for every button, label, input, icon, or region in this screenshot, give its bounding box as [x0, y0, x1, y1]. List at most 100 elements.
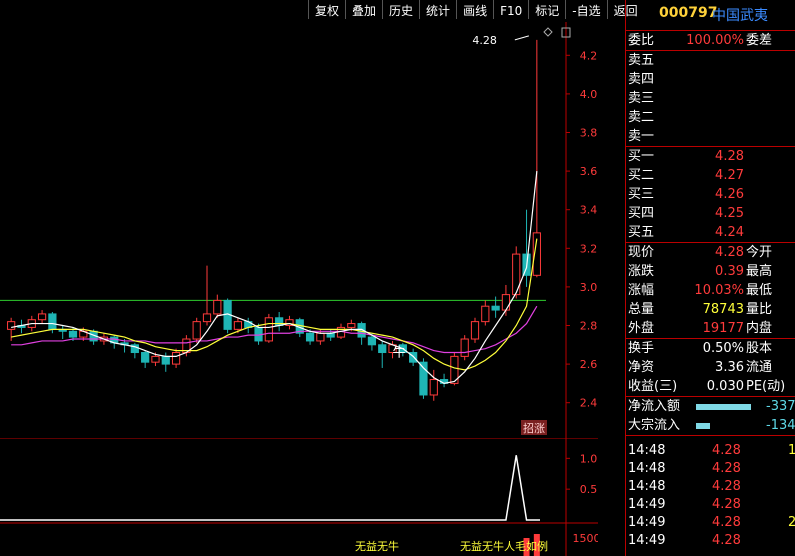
fin-label: 净资	[628, 360, 655, 375]
fin-label-2: 流通	[746, 360, 773, 375]
candle[interactable]	[264, 317, 273, 342]
candle[interactable]	[37, 313, 47, 321]
candle[interactable]	[151, 355, 160, 363]
candle[interactable]	[141, 352, 150, 363]
buy-row: 买五 4.24	[626, 223, 795, 242]
buy-price: 4.27	[715, 168, 744, 183]
candle[interactable]	[161, 355, 170, 365]
bottom-signal-right: 无益无牛人毛如例	[460, 539, 548, 553]
flow-label: 净流入额	[628, 399, 681, 414]
tick-list: 14:48 4.28 1 14:48 4.28 14:48 4.28 14:49 4.28 14:…	[626, 436, 795, 550]
capital-flow: 净流入额 -337 大宗流入 -134	[626, 397, 795, 436]
weibi-row: 委比 100.00% 委差	[626, 31, 795, 51]
buy-row: 买二 4.27	[626, 166, 795, 185]
stat-label: 外盘	[628, 321, 655, 336]
ma10-line	[11, 238, 538, 371]
financial-stats: 换手 0.50% 股本 净资 3.36 流通 收益(三) 0.030 PE(动)	[626, 339, 795, 397]
chart-toolbar: 复权 叠加 历史 统计 画线 F10 标记 -自选 返回	[308, 0, 644, 22]
tick-row: 14:49 4.28	[626, 496, 795, 514]
tick-time: 14:48	[628, 461, 666, 476]
sell-row: 卖五	[626, 51, 795, 70]
tick-time: 14:48	[628, 479, 666, 494]
buy-label: 买三	[628, 187, 655, 202]
stock-code[interactable]: 000797	[659, 5, 717, 21]
stat-value: 0.39	[715, 264, 744, 279]
indicator-chart[interactable]: 1.00 0.50 15000 无益无牛 无益无牛人毛如例	[0, 438, 598, 556]
candle[interactable]	[460, 338, 469, 357]
fin-label: 换手	[628, 341, 655, 356]
candle[interactable]	[481, 305, 490, 323]
flow-row: 大宗流入 -134	[626, 416, 795, 435]
chart-panel[interactable]: 复权叠加历史统计画线F10标记-自选返回 4.204.003.803.603.4…	[0, 0, 638, 556]
buy-price: 4.28	[715, 149, 744, 164]
toolbar-button-3[interactable]: 统计	[419, 0, 456, 19]
buy-label: 买二	[628, 168, 655, 183]
candle[interactable]	[378, 344, 387, 354]
tick-row: 14:49 4.28 2	[626, 514, 795, 532]
flow-value: -337	[766, 399, 795, 414]
high-marker-arrow	[514, 35, 529, 41]
candle[interactable]	[429, 379, 438, 396]
toolbar-button-7[interactable]: -自选	[565, 0, 606, 19]
ma5-line	[11, 171, 538, 385]
candle[interactable]	[275, 317, 284, 326]
fin-value: 0.030	[706, 379, 744, 394]
buy-label: 买一	[628, 149, 655, 164]
toolbar-button-5[interactable]: F10	[493, 0, 528, 19]
toolbar-button-0[interactable]: 复权	[308, 0, 345, 19]
ma20-line	[11, 305, 538, 354]
tick-price: 4.28	[712, 461, 741, 476]
candle[interactable]	[202, 313, 212, 323]
price-tick-label: 3.80	[580, 127, 598, 140]
buy-price: 4.24	[715, 225, 744, 240]
price-tick-label: 2.80	[580, 320, 598, 333]
candle[interactable]	[48, 313, 57, 330]
weibi-value: 100.00%	[686, 33, 744, 48]
sell-label: 卖二	[628, 110, 655, 125]
candle[interactable]	[305, 332, 315, 342]
fin-value: 0.50%	[702, 341, 744, 356]
quote-panel: 000797 中国武夷 委比 100.00% 委差 卖五 卖四 卖三 卖二 卖一 买一 4…	[625, 0, 795, 556]
sell-row: 卖二	[626, 108, 795, 127]
price-tick-label: 3.20	[580, 242, 598, 255]
price-tick-label: 2.40	[580, 397, 598, 410]
candle[interactable]	[316, 332, 325, 342]
candle[interactable]	[491, 305, 500, 311]
stock-name[interactable]: 中国武夷	[712, 5, 768, 25]
diamond-icon[interactable]	[543, 27, 553, 37]
candle[interactable]	[7, 321, 16, 330]
candle[interactable]	[347, 323, 356, 328]
stat-row: 现价 4.28 今开	[626, 243, 795, 262]
toolbar-button-2[interactable]: 历史	[382, 0, 419, 19]
tick-price: 4.28	[712, 443, 741, 458]
candle[interactable]	[501, 294, 511, 311]
candle[interactable]	[213, 299, 222, 315]
toolbar-button-4[interactable]: 画线	[456, 0, 493, 19]
stat-value: 19177	[702, 321, 744, 336]
niu-signal: 牛	[393, 346, 406, 361]
fin-label-2: PE(动)	[746, 379, 786, 394]
candle[interactable]	[171, 352, 181, 365]
fin-row: 收益(三) 0.030 PE(动)	[626, 377, 795, 396]
weicha-label: 委差	[746, 33, 773, 48]
flow-label: 大宗流入	[628, 418, 681, 433]
stat-label-2: 最低	[746, 283, 773, 298]
candle[interactable]	[233, 321, 243, 330]
buy-price: 4.26	[715, 187, 744, 202]
candle[interactable]	[68, 330, 78, 338]
candle[interactable]	[512, 253, 521, 296]
candle[interactable]	[367, 336, 377, 346]
tick-volume: 2	[788, 515, 795, 530]
tick-price: 4.28	[712, 533, 741, 548]
fin-label-2: 股本	[746, 341, 773, 356]
buy-row: 买一 4.28	[626, 147, 795, 166]
toolbar-button-1[interactable]: 叠加	[345, 0, 382, 19]
candle[interactable]	[192, 321, 201, 340]
flow-bar	[696, 423, 710, 429]
kline-chart[interactable]: 4.20 4.00 3.80 3.60 3.40 3.20 3.00 2.80 2.60 2.40…	[0, 22, 598, 438]
indicator-line	[0, 455, 540, 521]
zhangting-badge: 招涨	[523, 421, 545, 435]
candle[interactable]	[470, 321, 480, 340]
tick-row: 14:49 4.28	[626, 532, 795, 550]
toolbar-button-6[interactable]: 标记	[528, 0, 565, 19]
